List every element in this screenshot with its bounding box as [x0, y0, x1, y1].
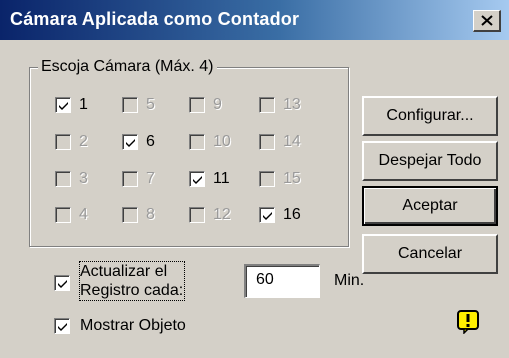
camera-checkbox-box: [55, 134, 71, 150]
camera-label: 5: [146, 96, 155, 113]
camera-label: 12: [213, 206, 231, 223]
minutes-label: Min.: [334, 272, 365, 289]
camera-label: 6: [146, 133, 155, 150]
show-object-label: Mostrar Objeto: [80, 317, 186, 334]
checkmark-icon: [58, 323, 67, 331]
camera-checkbox-box: [259, 97, 275, 113]
accept-button[interactable]: Aceptar: [362, 186, 498, 226]
camera-label: 7: [146, 170, 155, 187]
cancel-button[interactable]: Cancelar: [362, 234, 498, 274]
close-button[interactable]: [473, 10, 501, 32]
camera-checkbox-box: [259, 171, 275, 187]
camera-checkbox-6[interactable]: 6: [122, 133, 182, 154]
window-title: Cámara Aplicada como Contador: [10, 9, 300, 29]
camera-checkbox-15: 15: [259, 170, 319, 191]
checkmark-icon: [126, 139, 135, 147]
camera-checkbox-1[interactable]: 1: [55, 96, 115, 117]
camera-checkbox-4: 4: [55, 206, 115, 227]
camera-checkbox-5: 5: [122, 96, 182, 117]
checkmark-icon: [263, 212, 272, 220]
camera-checkbox-box[interactable]: [259, 207, 275, 223]
camera-label: 2: [79, 133, 88, 150]
camera-checkbox-box[interactable]: [122, 134, 138, 150]
camera-checkbox-box: [55, 171, 71, 187]
camera-label: 16: [283, 206, 301, 223]
clear-all-button[interactable]: Despejar Todo: [362, 141, 498, 181]
camera-checkbox-box[interactable]: [189, 171, 205, 187]
camera-checkbox-box: [122, 97, 138, 113]
camera-checkbox-13: 13: [259, 96, 319, 117]
checkmark-icon: [193, 176, 202, 184]
update-log-checkbox-box[interactable]: [54, 275, 70, 291]
camera-checkbox-9: 9: [189, 96, 249, 117]
camera-label: 9: [213, 96, 222, 113]
camera-checkbox-box: [189, 97, 205, 113]
camera-label: 8: [146, 206, 155, 223]
camera-checkbox-7: 7: [122, 170, 182, 191]
camera-checkbox-8: 8: [122, 206, 182, 227]
camera-label: 3: [79, 170, 88, 187]
close-icon: [481, 15, 493, 26]
checkmark-icon: [59, 102, 68, 110]
group-title: Escoja Cámara (Máx. 4): [38, 58, 217, 76]
camera-checkbox-box: [55, 207, 71, 223]
camera-label: 15: [283, 170, 301, 187]
camera-checkbox-2: 2: [55, 133, 115, 154]
update-log-label-line1: Actualizar el: [80, 263, 168, 280]
update-log-label-line2: Registro cada:: [80, 282, 184, 299]
update-log-label: Actualizar el Registro cada:: [79, 261, 185, 301]
camera-checkbox-box: [259, 134, 275, 150]
camera-label: 14: [283, 133, 301, 150]
warning-icon: [457, 310, 479, 334]
configure-button[interactable]: Configurar...: [362, 96, 498, 136]
title-bar: Cámara Aplicada como Contador: [0, 0, 509, 40]
camera-checkbox-box: [189, 207, 205, 223]
camera-checkbox-16[interactable]: 16: [259, 206, 319, 227]
camera-label: 11: [213, 170, 230, 187]
camera-checkbox-box[interactable]: [55, 97, 71, 113]
camera-label: 4: [79, 206, 88, 223]
camera-checkbox-10: 10: [189, 133, 249, 154]
camera-checkbox-box: [189, 134, 205, 150]
camera-label: 10: [213, 133, 231, 150]
camera-checkbox-11[interactable]: 11: [189, 170, 249, 191]
camera-checkbox-box: [122, 171, 138, 187]
camera-checkbox-14: 14: [259, 133, 319, 154]
checkmark-icon: [58, 280, 67, 288]
update-interval-input[interactable]: 60: [244, 264, 320, 298]
camera-checkbox-box: [122, 207, 138, 223]
camera-checkbox-3: 3: [55, 170, 115, 191]
camera-checkbox-12: 12: [189, 206, 249, 227]
camera-label: 13: [283, 96, 301, 113]
camera-label: 1: [79, 96, 88, 113]
show-object-checkbox-box[interactable]: [54, 318, 70, 334]
